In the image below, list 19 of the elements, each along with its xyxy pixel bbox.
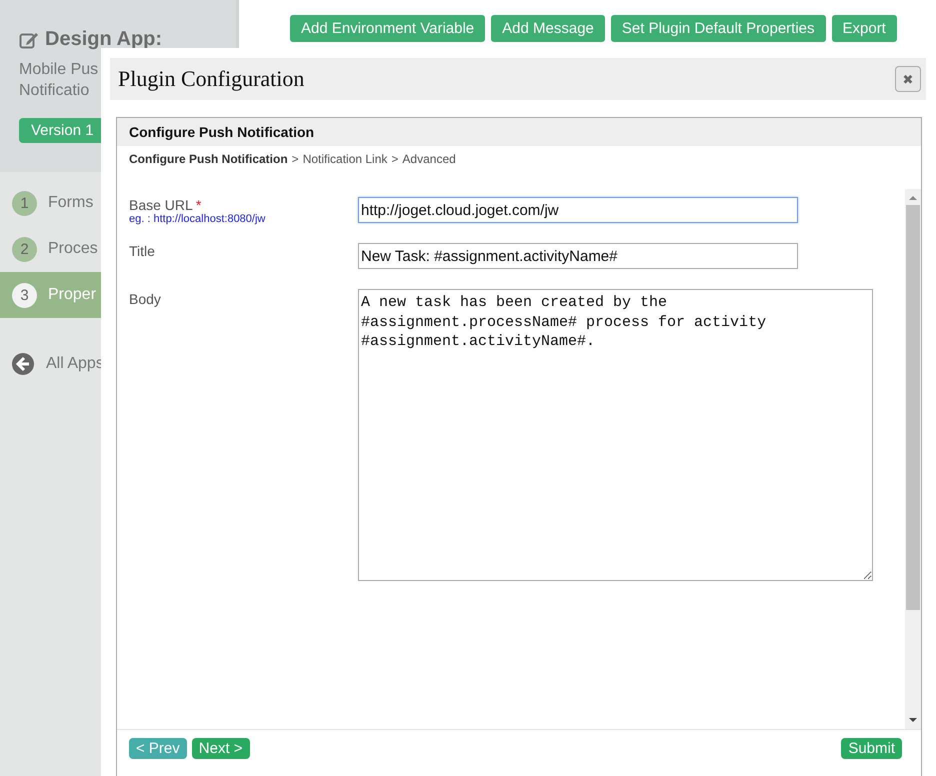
app-name: Mobile Pus <box>19 60 98 80</box>
field-label: Base URL <box>129 197 193 213</box>
step-label: Proces <box>48 240 98 258</box>
app-name: Notificatio <box>19 81 90 101</box>
breadcrumb-current: Configure Push Notification <box>129 152 288 166</box>
breadcrumb-separator: > <box>292 152 299 166</box>
field-label: Title <box>129 243 155 259</box>
field-label: Body <box>129 291 161 307</box>
step-number: 3 <box>12 282 37 308</box>
step-label: Forms <box>48 194 94 212</box>
step-label: Proper <box>48 286 96 304</box>
dialog-title: Plugin Configuration <box>118 66 304 92</box>
required-asterisk: * <box>196 197 202 213</box>
step-number: 1 <box>12 190 37 216</box>
panel-title: Configure Push Notification <box>129 124 314 140</box>
breadcrumb-separator: > <box>391 152 398 166</box>
step-number: 2 <box>12 236 37 262</box>
heading-text: Design App: <box>45 28 162 51</box>
field-hint: eg. : http://localhost:8080/jw <box>129 213 266 225</box>
